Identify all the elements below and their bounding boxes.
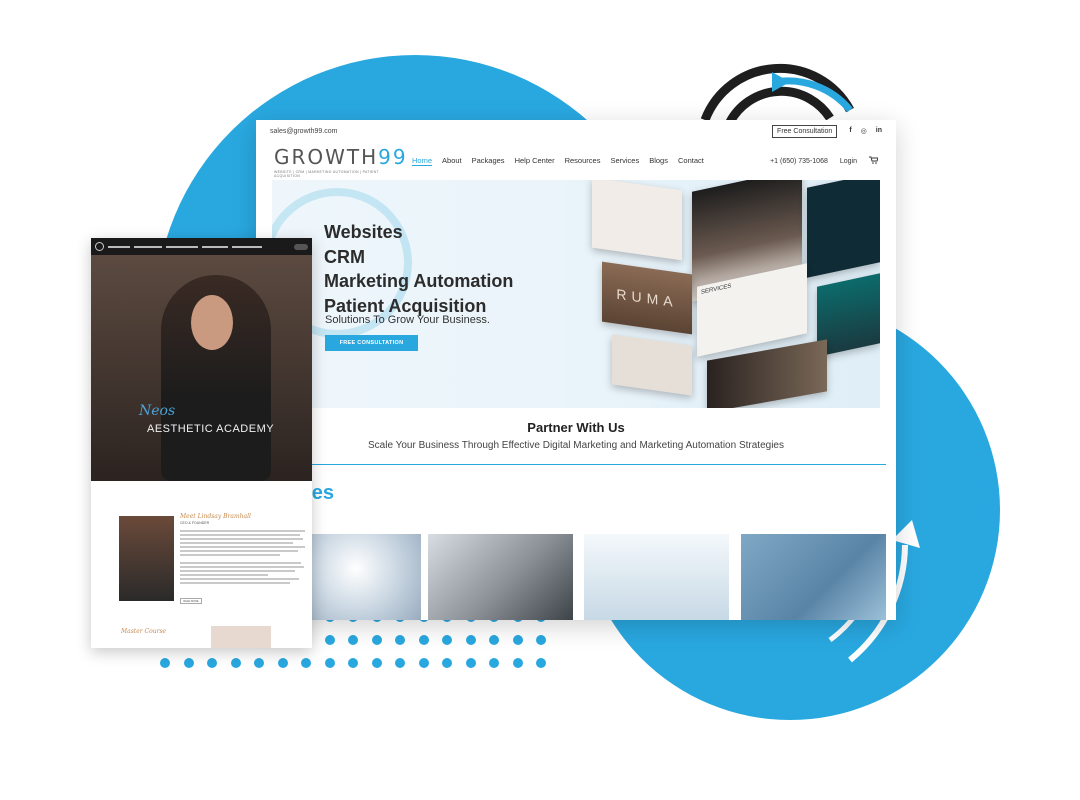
partner-title: Partner With Us [527,420,625,435]
overlay-course-heading: Master Course [121,628,167,635]
decorative-dot [465,635,476,645]
hero-headline: Websites CRM Marketing Automation Patien… [324,220,513,318]
phone-number[interactable]: +1 (650) 735-1068 [770,158,828,165]
overlay-about-text [180,530,305,586]
overlay-about-role: CEO & FOUNDER [180,521,210,525]
blue-outer-ring [898,348,983,521]
mockup-1 [592,180,682,261]
decorative-dot [418,635,429,645]
decorative-dot [489,635,499,645]
nav-services[interactable]: Services [610,156,639,166]
decorative-dot [183,658,194,668]
hero-line-websites: Websites [324,222,403,242]
contact-email[interactable]: sales@growth99.com [270,128,772,135]
decorative-dot [442,635,452,645]
hero-banner: Websites CRM Marketing Automation Patien… [272,180,880,408]
overlay-navbar [91,238,312,255]
partner-divider [312,464,886,465]
free-consultation-top-button[interactable]: Free Consultation [772,124,838,138]
decorative-dot [371,658,382,668]
decorative-dot [324,658,335,668]
overlay-nav-item[interactable] [166,245,198,248]
service-image-network[interactable] [584,534,729,620]
overlay-nav-item[interactable] [202,245,228,248]
decorative-dot [324,635,335,645]
nav-resources[interactable]: Resources [565,156,601,166]
growth99-logo[interactable]: GROWTH99 WEBSITE | CRM | MARKETING AUTOM… [274,144,408,178]
main-nav: Home About Packages Help Center Resource… [412,156,704,166]
dark-arc-inner [726,86,834,125]
overlay-website-screenshot: Neos AESTHETIC ACADEMY Meet Lindsay Bram… [91,238,312,648]
decorative-dot [277,658,288,668]
decorative-dot [489,658,499,668]
logo-word: GROWTH [274,144,379,169]
mockup-ruma: RUMA [602,261,692,335]
overlay-hero-script: Neos [139,403,176,419]
overlay-nav-item[interactable] [108,245,130,248]
instagram-icon[interactable]: ◎ [861,127,867,135]
arrow-head-right [892,520,920,548]
service-image-people-network[interactable] [741,534,886,620]
decorative-dot [301,658,311,668]
nav-contact[interactable]: Contact [678,156,704,166]
main-website-screenshot: sales@growth99.com Free Consultation f ◎… [256,120,896,620]
logo-tagline: WEBSITE | CRM | MARKETING AUTOMATION | P… [274,169,379,178]
overlay-nav-item[interactable] [232,245,262,248]
nav-right: +1 (650) 735-1068 Login [770,156,879,166]
nav-about[interactable]: About [442,156,462,166]
facebook-icon[interactable]: f [849,127,851,135]
nav-blogs[interactable]: Blogs [649,156,668,166]
mockup-ruma-text: RUMA [616,285,678,311]
mockup-3 [807,180,880,278]
decorative-dot [536,635,546,645]
decorative-dot [160,658,170,668]
overlay-read-more-button[interactable]: READ MORE [180,598,202,604]
hero-subtitle: Solutions To Grow Your Business. [325,314,490,326]
nav-home[interactable]: Home [412,156,433,166]
overlay-about-heading: Meet Lindsay Bramhall [180,513,251,520]
social-links: f ◎ in [849,127,882,135]
nav-help-center[interactable]: Help Center [515,156,555,166]
hero-line-crm: CRM [324,246,365,267]
decorative-dot [230,658,241,668]
master-course-image [211,626,271,648]
decorative-dot [536,658,546,668]
decorative-dot [207,658,217,668]
service-image-reputation[interactable] [428,534,573,620]
decorative-dot [395,658,405,668]
about-photo [119,516,174,601]
decorative-dot [254,658,264,668]
overlay-hero-photo: Neos AESTHETIC ACADEMY [91,255,312,481]
decorative-dot [348,635,358,645]
overlay-logo-icon[interactable] [95,242,104,251]
partner-subtitle: Scale Your Business Through Effective Di… [368,440,784,451]
top-bar: sales@growth99.com Free Consultation f ◎… [256,120,896,142]
logo-accent: 99 [378,144,408,169]
decorative-dot [371,635,382,645]
decorative-dot [512,658,523,668]
mockup-services-text: SERVICES [701,283,732,296]
person-face [191,295,233,350]
decorative-dot [418,658,429,668]
overlay-nav-button[interactable] [294,243,308,250]
mockup-6 [612,334,692,396]
navbar: GROWTH99 WEBSITE | CRM | MARKETING AUTOM… [256,142,896,180]
login-link[interactable]: Login [840,158,857,165]
free-consultation-button[interactable]: FREE CONSULTATION [325,335,418,351]
decorative-dot [512,635,523,645]
nav-packages[interactable]: Packages [472,156,505,166]
decorative-dot [348,658,358,668]
decorative-dot [465,658,476,668]
decorative-dot [442,658,452,668]
cart-icon[interactable] [869,156,879,166]
overlay-hero-title: AESTHETIC ACADEMY [147,423,275,435]
linkedin-icon[interactable]: in [876,127,882,135]
decorative-dot [395,635,405,645]
hero-line-marketing: Marketing Automation [324,271,514,291]
website-mockups: RUMA SERVICES [572,180,880,408]
overlay-nav-item[interactable] [134,245,162,248]
